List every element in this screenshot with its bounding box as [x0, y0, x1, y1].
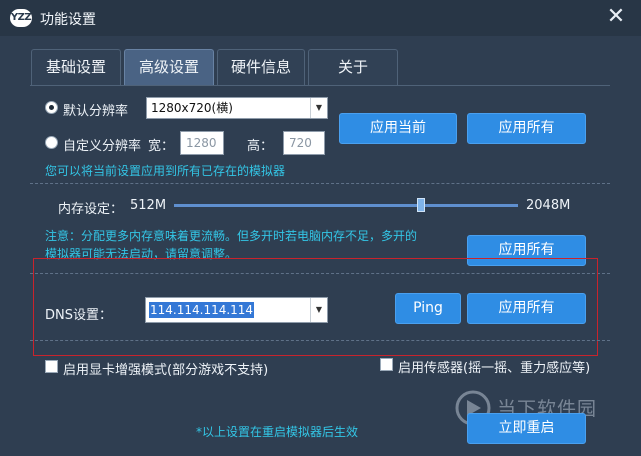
chevron-down-icon[interactable]: ▼ — [310, 298, 327, 322]
dns-select[interactable]: 114.114.114.114 ▼ — [145, 297, 328, 323]
width-input[interactable]: 1280 — [180, 131, 224, 155]
apply-current-button[interactable]: 应用当前 — [339, 113, 457, 144]
memory-slider-track[interactable] — [174, 204, 518, 207]
ping-button[interactable]: Ping — [395, 293, 461, 324]
custom-resolution-radio[interactable] — [45, 136, 58, 149]
close-icon[interactable]: ✕ — [604, 6, 628, 30]
gpu-mode-checkbox[interactable] — [45, 360, 58, 373]
memory-max-label: 2048M — [526, 198, 571, 213]
gpu-mode-label: 启用显卡增强模式(部分游戏不支持) — [63, 363, 269, 378]
dns-label: DNS设置： — [45, 308, 112, 323]
apply-all-dns-button[interactable]: 应用所有 — [467, 293, 586, 324]
default-resolution-select[interactable]: 1280x720(横) ▼ — [146, 97, 328, 119]
memory-slider-thumb[interactable] — [417, 198, 425, 212]
resolution-hint: 您可以将当前设置应用到所有已存在的模拟器 — [45, 164, 286, 178]
window-title: 功能设置 — [40, 12, 96, 28]
default-resolution-radio[interactable] — [45, 101, 58, 114]
sensor-checkbox[interactable] — [380, 358, 393, 371]
height-input[interactable]: 720 — [283, 131, 325, 155]
section-divider — [30, 340, 610, 341]
apply-all-resolution-button[interactable]: 应用所有 — [467, 113, 586, 144]
memory-note-line1: 注意：分配更多内存意味着更流畅。但多开时若电脑内存不足，多开的 — [45, 229, 418, 243]
width-label: 宽： — [148, 139, 175, 154]
section-divider — [30, 183, 610, 184]
memory-label: 内存设定： — [58, 202, 124, 217]
chevron-down-icon[interactable]: ▼ — [310, 98, 327, 118]
tab-basic-settings[interactable]: 基础设置 — [31, 49, 121, 85]
memory-min-label: 512M — [130, 198, 167, 213]
restart-now-button[interactable]: 立即重启 — [467, 413, 586, 444]
dns-value: 114.114.114.114 — [149, 302, 255, 318]
sensor-label: 启用传感器(摇一摇、重力感应等) — [398, 361, 591, 376]
default-resolution-value: 1280x720(横) — [151, 101, 233, 115]
tab-about[interactable]: 关于 — [308, 49, 398, 85]
app-logo: YZZ — [10, 9, 32, 27]
height-label: 高： — [247, 139, 274, 154]
title-bar: YZZ 功能设置 ✕ — [0, 0, 641, 36]
custom-resolution-label: 自定义分辨率 — [63, 139, 142, 154]
tab-advanced-settings[interactable]: 高级设置 — [124, 49, 214, 85]
tab-hardware-info[interactable]: 硬件信息 — [217, 49, 305, 85]
tab-divider — [30, 85, 610, 86]
default-resolution-label: 默认分辨率 — [63, 104, 129, 119]
restart-note: *以上设置在重启模拟器后生效 — [196, 425, 359, 439]
